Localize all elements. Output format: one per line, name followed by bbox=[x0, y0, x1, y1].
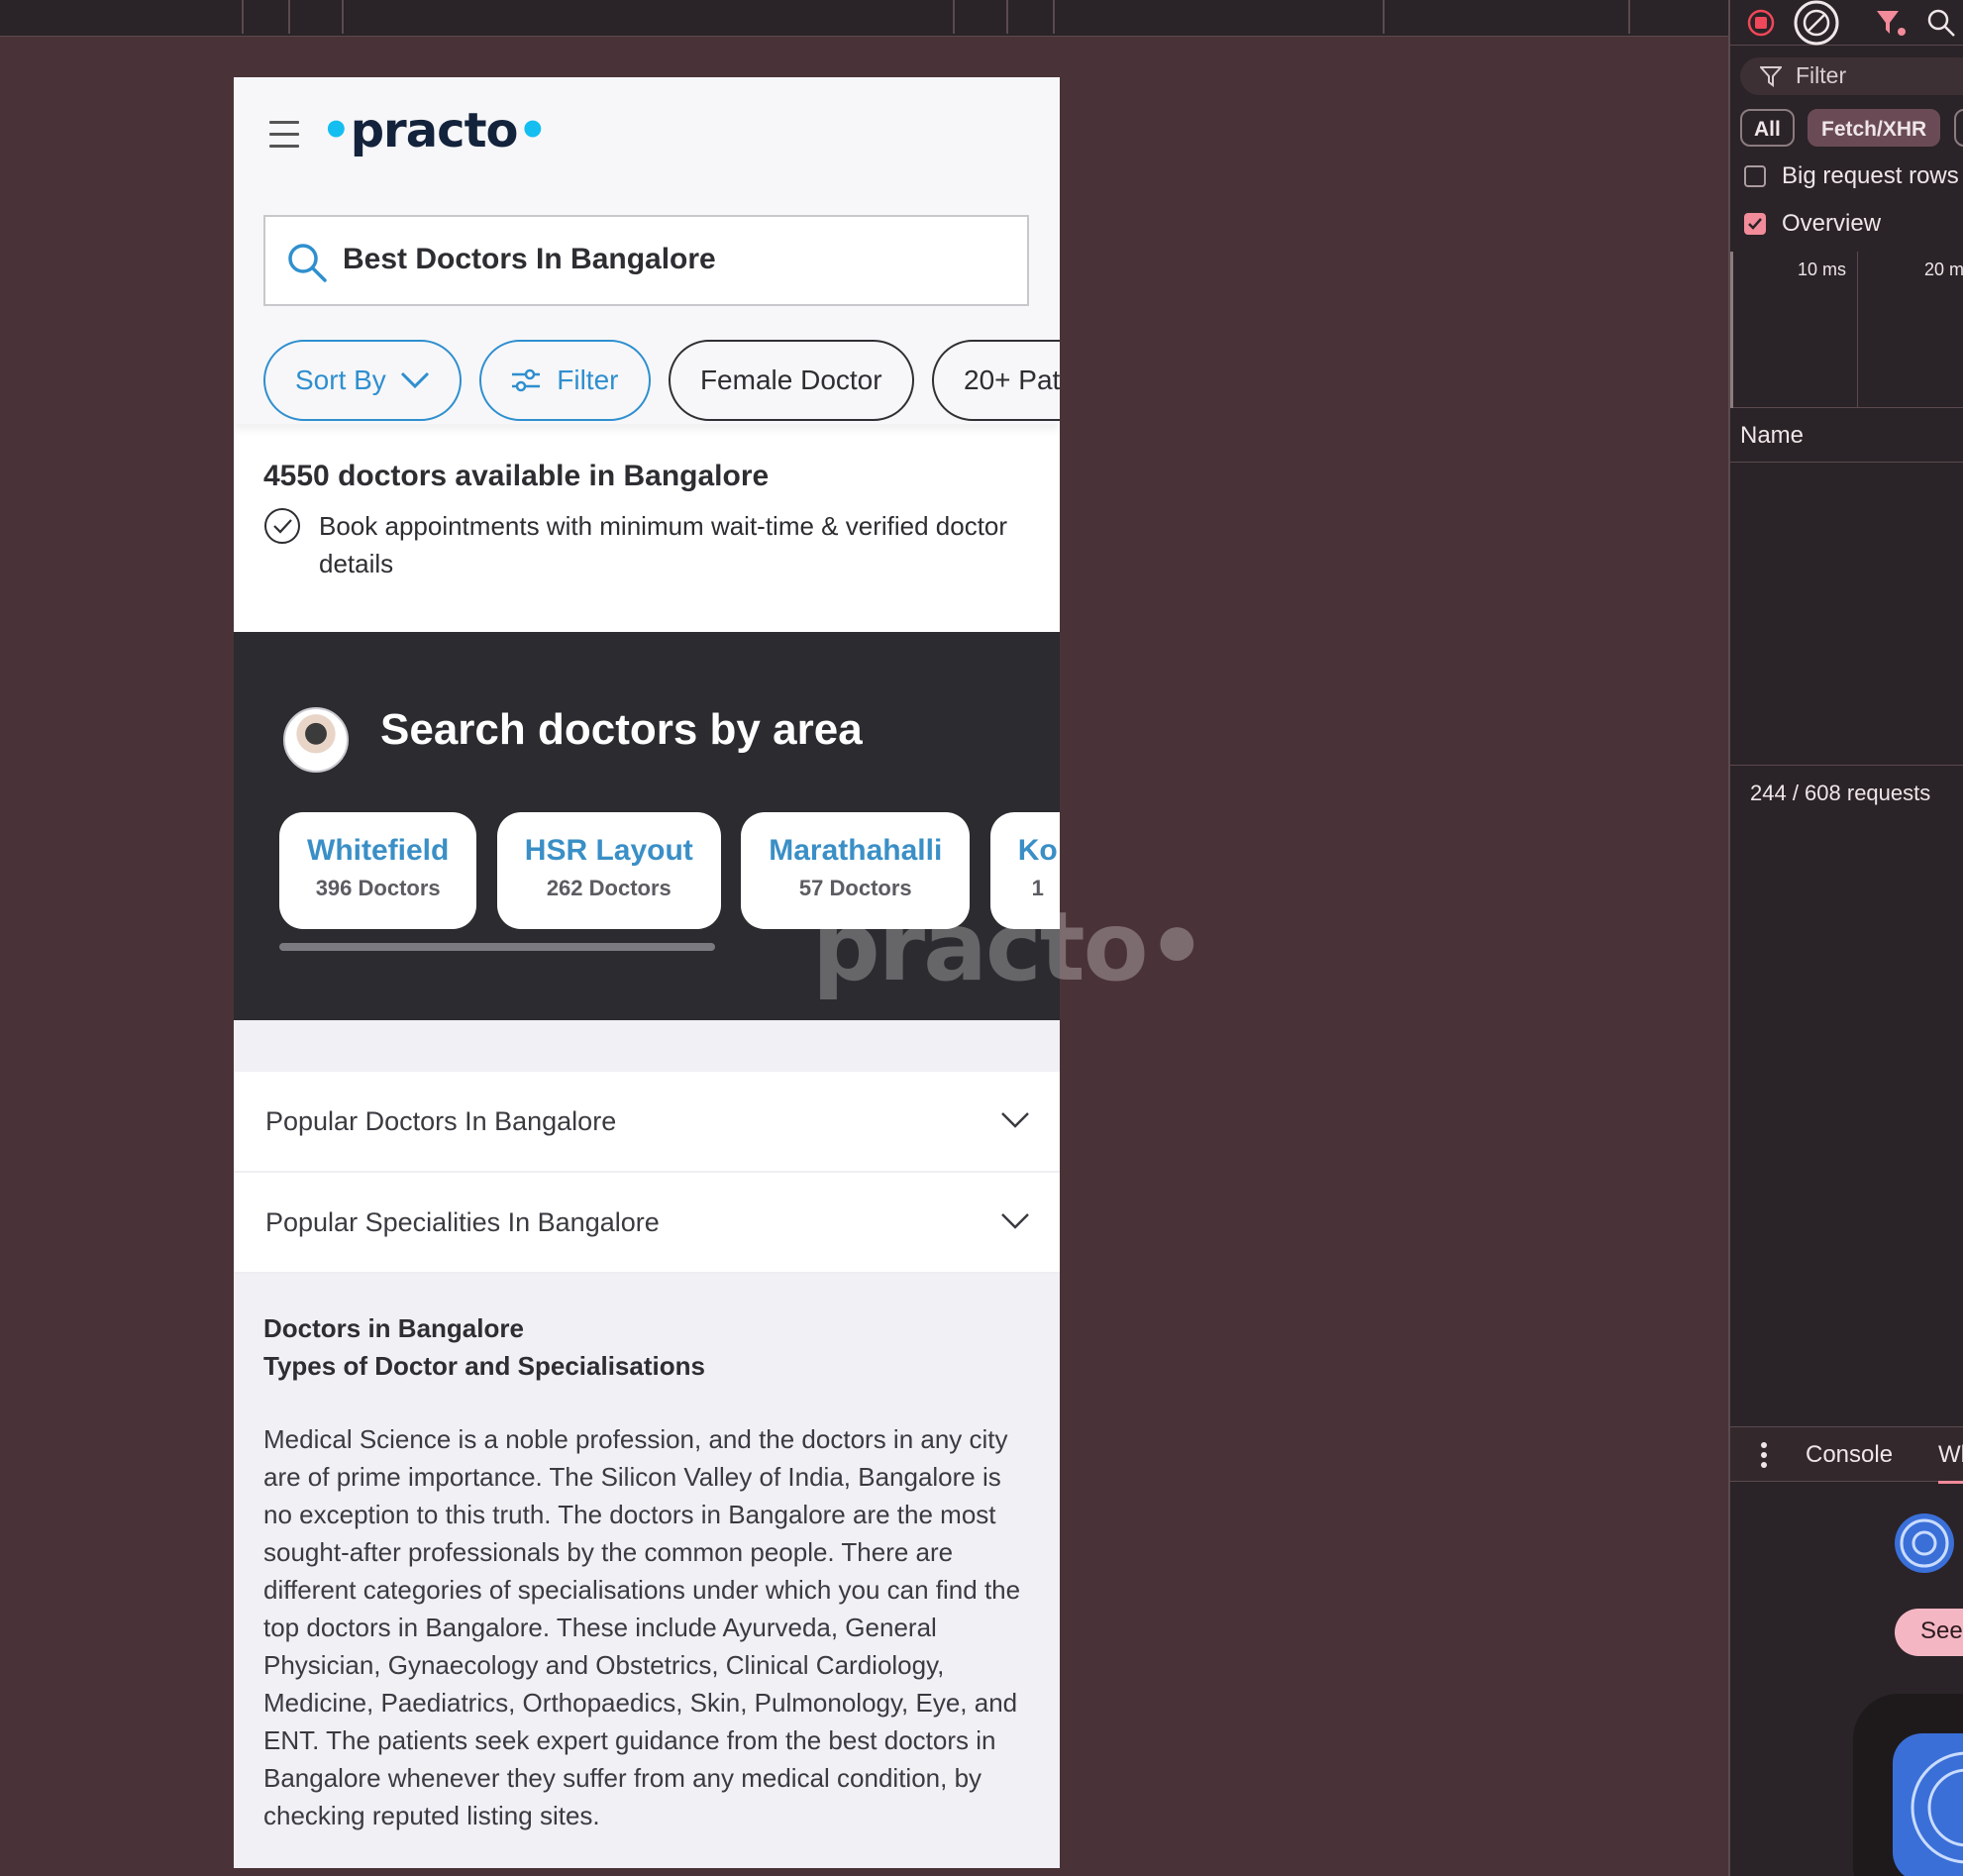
whats-new-card bbox=[1853, 1694, 1963, 1876]
availability-section: 4550 doctors available in Bangalore Book… bbox=[234, 424, 1060, 632]
area-card-whitefield[interactable]: Whitefield 396 Doctors bbox=[279, 812, 477, 929]
practo-logo[interactable]: •practo• bbox=[321, 103, 548, 158]
strip-divider bbox=[288, 0, 290, 34]
chevron-down-icon bbox=[400, 371, 429, 389]
patient-stories-chip[interactable]: 20+ Patie bbox=[932, 340, 1060, 421]
big-request-rows-checkbox[interactable]: Big request rows bbox=[1744, 162, 1959, 190]
filter-chips: Sort By Filter Female Doctor 20+ Patie bbox=[263, 340, 1060, 421]
strip-divider bbox=[1006, 0, 1008, 34]
area-name: HSR Layout bbox=[524, 834, 693, 867]
overview-timeline[interactable]: 10 ms 20 m bbox=[1730, 252, 1963, 408]
practo-watermark: practo• bbox=[812, 891, 1207, 1002]
type-fetch-chip[interactable]: Fetch/XHR bbox=[1808, 109, 1941, 147]
devtools-logo-icon bbox=[1893, 1733, 1963, 1876]
female-doctor-label: Female Doctor bbox=[699, 365, 882, 395]
search-input[interactable]: Best Doctors In Bangalore bbox=[263, 215, 1029, 306]
name-column-header[interactable]: Name bbox=[1740, 422, 1804, 450]
strip-divider bbox=[1628, 0, 1630, 34]
sort-by-label: Sort By bbox=[295, 365, 386, 395]
timeline-gridline bbox=[1857, 252, 1858, 408]
area-count: 396 Doctors bbox=[315, 876, 441, 900]
info-title: Doctors in Bangalore bbox=[263, 1313, 524, 1343]
availability-note: Book appointments with minimum wait-time… bbox=[319, 511, 1008, 578]
see-whats-new-button[interactable]: See bbox=[1895, 1609, 1963, 1656]
patient-stories-label: 20+ Patie bbox=[964, 365, 1060, 395]
checkbox-label: Big request rows bbox=[1782, 162, 1959, 189]
strip-divider bbox=[1383, 0, 1385, 34]
filter-icon bbox=[1760, 66, 1782, 87]
overview-checkbox[interactable]: Overview bbox=[1744, 210, 1881, 238]
search-icon bbox=[288, 244, 327, 282]
search-and-filters: Best Doctors In Bangalore Sort By Filter… bbox=[234, 191, 1060, 424]
info-subtitle: Types of Doctor and Specialisations bbox=[263, 1351, 705, 1381]
type-fetch-label: Fetch/XHR bbox=[1821, 118, 1927, 141]
divider bbox=[1730, 462, 1963, 463]
doctor-avatar bbox=[283, 707, 349, 773]
chevron-down-icon bbox=[1001, 1112, 1029, 1128]
strip-divider bbox=[242, 0, 244, 34]
area-scrollbar[interactable] bbox=[279, 943, 715, 951]
checkbox-label: Overview bbox=[1782, 210, 1882, 237]
timeline-tick: 10 ms bbox=[1798, 260, 1847, 279]
timeline-handle[interactable] bbox=[1730, 252, 1733, 408]
type-all-chip[interactable]: All bbox=[1740, 109, 1795, 147]
accordion-label: Popular Specialities In Bangalore bbox=[265, 1206, 660, 1237]
chevron-down-icon bbox=[1001, 1213, 1029, 1229]
more-vertical-icon[interactable] bbox=[1760, 1441, 1768, 1469]
checkbox-box bbox=[1744, 165, 1766, 187]
tab-console[interactable]: Console bbox=[1806, 1441, 1893, 1469]
filter-label: Filter bbox=[557, 365, 619, 395]
clear-icon[interactable] bbox=[1792, 0, 1841, 46]
strip-divider bbox=[1053, 0, 1055, 34]
filter-chip[interactable]: Filter bbox=[479, 340, 651, 421]
search-icon[interactable] bbox=[1926, 8, 1956, 38]
area-card-hsr-layout[interactable]: HSR Layout 262 Doctors bbox=[496, 812, 721, 929]
timeline-tick: 20 m bbox=[1924, 260, 1963, 279]
tab-whats-new[interactable]: Wh bbox=[1938, 1441, 1963, 1484]
sort-by-chip[interactable]: Sort By bbox=[263, 340, 462, 421]
type-next-chip[interactable] bbox=[1954, 109, 1963, 147]
strip-divider bbox=[342, 0, 344, 34]
checkbox-box-checked bbox=[1744, 213, 1766, 235]
strip-divider bbox=[953, 0, 955, 34]
accordion-popular-specialities[interactable]: Popular Specialities In Bangalore bbox=[234, 1173, 1060, 1274]
sliders-icon bbox=[512, 368, 541, 392]
info-body: Medical Science is a noble profession, a… bbox=[263, 1424, 1021, 1830]
area-name: Whitefield bbox=[307, 834, 450, 867]
accordion-popular-doctors[interactable]: Popular Doctors In Bangalore bbox=[234, 1072, 1060, 1173]
verified-check-icon bbox=[264, 508, 300, 544]
hamburger-menu-icon[interactable] bbox=[269, 121, 299, 148]
area-count: 262 Doctors bbox=[546, 876, 672, 900]
area-name: Marathahalli bbox=[769, 834, 943, 867]
site-header: •practo• bbox=[234, 77, 1060, 191]
doctors-info-section: Doctors in Bangalore Types of Doctor and… bbox=[234, 1274, 1060, 1868]
area-heading: Search doctors by area bbox=[380, 705, 863, 754]
devtools-filter-input[interactable]: Filter bbox=[1740, 57, 1963, 95]
filter-funnel-icon[interactable] bbox=[1875, 8, 1907, 38]
area-name: Ko bbox=[1017, 834, 1058, 867]
checkmark-icon bbox=[1748, 218, 1762, 230]
chrome-icon bbox=[1895, 1513, 1954, 1573]
search-value: Best Doctors In Bangalore bbox=[343, 243, 716, 275]
record-icon[interactable] bbox=[1746, 8, 1776, 38]
drawer-tabs: Console Wh bbox=[1730, 1426, 1963, 1484]
female-doctor-chip[interactable]: Female Doctor bbox=[668, 340, 914, 421]
filter-placeholder: Filter bbox=[1796, 62, 1847, 88]
doctors-count-heading: 4550 doctors available in Bangalore bbox=[263, 460, 770, 492]
accordion-label: Popular Doctors In Bangalore bbox=[265, 1105, 617, 1136]
devtools-toolbar bbox=[1730, 0, 1963, 46]
divider bbox=[1730, 765, 1963, 766]
browser-top-strip bbox=[0, 0, 1728, 37]
type-all-label: All bbox=[1754, 118, 1781, 141]
see-label: See bbox=[1920, 1617, 1963, 1644]
request-count: 244 / 608 requests bbox=[1750, 781, 1931, 805]
devtools-network-panel: Filter All Fetch/XHR Big request rows Ov… bbox=[1728, 0, 1963, 1876]
section-gap bbox=[234, 1020, 1060, 1072]
